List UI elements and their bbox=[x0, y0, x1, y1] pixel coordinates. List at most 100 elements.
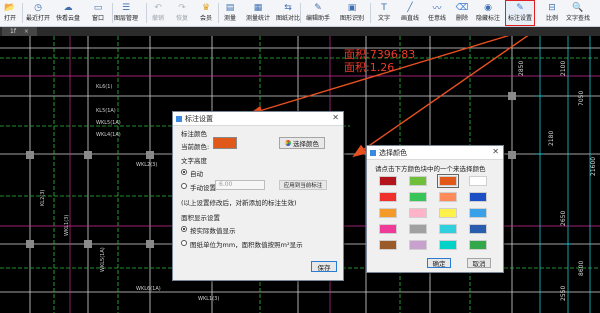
toolbar-button-label: 任意线 bbox=[427, 15, 446, 22]
save-button[interactable]: 保存 bbox=[311, 261, 337, 272]
save-label: 保存 bbox=[317, 263, 331, 272]
beam-label: WKL6(1A) bbox=[136, 286, 161, 292]
cancel-label: 取消 bbox=[472, 260, 486, 268]
line-icon: ╱ bbox=[407, 2, 413, 13]
color-swatch[interactable] bbox=[409, 224, 427, 234]
cloud-icon: ☁ bbox=[63, 2, 73, 13]
toolbar-line-button[interactable]: ╱ 画直线 bbox=[397, 1, 423, 25]
toolbar-button-label: 删除 bbox=[455, 15, 468, 22]
manual-radio[interactable] bbox=[181, 183, 187, 189]
ok-button[interactable]: 确定 bbox=[427, 258, 451, 268]
toolbar-measure-stats-button[interactable]: ▦ 测量统计 bbox=[245, 1, 271, 25]
recent-clock-icon: ◷ bbox=[34, 2, 42, 13]
open-folder-icon: 📂 bbox=[4, 2, 16, 13]
color-swatch[interactable] bbox=[469, 192, 487, 202]
toolbar-button-label: 撤销 bbox=[151, 15, 164, 22]
manual-height-input[interactable]: 6.00 bbox=[215, 180, 265, 190]
text-icon: T bbox=[381, 2, 387, 13]
edit-helper-icon: ✎ bbox=[314, 2, 322, 13]
hide-annotation-icon: ◉ bbox=[484, 2, 492, 13]
toolbar-button-label: 恢复 bbox=[175, 15, 188, 22]
beam-label: WKL2(3) bbox=[136, 162, 158, 168]
toolbar-button-label: 最近打开 bbox=[25, 15, 50, 22]
tab-1f[interactable]: 1f × bbox=[2, 27, 37, 36]
close-icon[interactable]: × bbox=[24, 28, 29, 35]
color-swatch[interactable] bbox=[379, 176, 397, 186]
area-unit-radio[interactable] bbox=[181, 240, 187, 246]
annotation-settings-dialog: 标注设置 ✕ 标注颜色 当前颜色: 选择颜色 文字高度 自动 手动设置 6.00… bbox=[172, 111, 344, 281]
beam-label: KL6(1) bbox=[96, 84, 113, 90]
section-color-label: 标注颜色 bbox=[181, 130, 207, 138]
choose-color-button[interactable]: 选择颜色 bbox=[279, 137, 325, 149]
color-swatch[interactable] bbox=[439, 192, 457, 202]
toolbar-recent-clock-button[interactable]: ◷ 最近打开 bbox=[25, 1, 51, 25]
scale-icon: ⊟ bbox=[548, 2, 556, 13]
beam-label: KL5(1A) bbox=[96, 108, 116, 114]
toolbar-delete-button[interactable]: ⌫ 删除 bbox=[449, 1, 475, 25]
drawing-tab-strip: 1f × bbox=[0, 27, 600, 36]
choose-color-dialog: 选择颜色 ✕ 请点击下方颜色块中的一个来选择颜色 确定 取消 bbox=[366, 145, 504, 273]
delete-icon: ⌫ bbox=[455, 2, 469, 13]
measure-stats-icon: ▦ bbox=[253, 2, 263, 13]
shape-recognize-icon: ▣ bbox=[347, 2, 357, 13]
window-icon: ▭ bbox=[93, 2, 103, 13]
toolbar-hide-annotation-button[interactable]: ◉ 隐藏标注 bbox=[475, 1, 501, 25]
manual-label: 手动设置 bbox=[190, 184, 216, 192]
dialog-titlebar[interactable]: 选择颜色 ✕ bbox=[367, 146, 503, 160]
beam-label: WKL1(3) bbox=[64, 214, 70, 236]
toolbar-shape-recognize-button[interactable]: ▣ 图形识别 bbox=[339, 1, 365, 25]
toolbar-layers-button[interactable]: ☰ 图层管理 bbox=[113, 1, 139, 25]
toolbar-text-search-button[interactable]: 🔍 文字查找 bbox=[565, 1, 591, 25]
color-swatch[interactable] bbox=[439, 224, 457, 234]
color-swatch[interactable] bbox=[409, 208, 427, 218]
apply-to-current-button[interactable]: 应用到当前标注 bbox=[279, 180, 327, 190]
toolbar-annotation-settings-button[interactable]: ✎ 标注设置 bbox=[505, 0, 535, 26]
app-icon bbox=[370, 149, 376, 156]
toolbar-edit-helper-button[interactable]: ✎ 编辑助手 bbox=[305, 1, 331, 25]
toolbar-window-button[interactable]: ▭ 窗口 bbox=[85, 1, 111, 25]
toolbar-compare-button[interactable]: ⇆ 图纸对比 bbox=[275, 1, 301, 25]
toolbar-scale-button[interactable]: ⊟ 比例 bbox=[539, 1, 565, 25]
color-swatch[interactable] bbox=[437, 174, 459, 188]
measure-icon: ▤ bbox=[225, 2, 235, 13]
dim-top-1: 2850 bbox=[518, 60, 525, 76]
auto-radio[interactable] bbox=[181, 169, 187, 175]
toolbar-text-button[interactable]: T 文字 bbox=[371, 1, 397, 25]
close-icon[interactable]: ✕ bbox=[332, 113, 339, 122]
text-search-icon: 🔍 bbox=[572, 2, 584, 13]
color-swatch[interactable] bbox=[409, 176, 427, 186]
compare-icon: ⇆ bbox=[284, 2, 292, 13]
color-swatch[interactable] bbox=[409, 192, 427, 202]
dialog-title: 标注设置 bbox=[185, 114, 213, 123]
toolbar-open-folder-button[interactable]: 📂 打开 bbox=[0, 1, 23, 25]
color-swatch[interactable] bbox=[469, 224, 487, 234]
close-icon[interactable]: ✕ bbox=[492, 147, 499, 156]
toolbar-cloud-button[interactable]: ☁ 快看云盘 bbox=[55, 1, 81, 25]
ok-label: 确定 bbox=[432, 260, 446, 268]
toolbar-separator bbox=[22, 3, 23, 23]
color-swatch[interactable] bbox=[439, 208, 457, 218]
cancel-button[interactable]: 取消 bbox=[467, 258, 491, 268]
area-actual-radio[interactable] bbox=[181, 226, 187, 232]
color-hint: 请点击下方颜色块中的一个来选择颜色 bbox=[375, 165, 486, 173]
color-swatch[interactable] bbox=[469, 208, 487, 218]
toolbar-freehand-button[interactable]: 〰任意线 bbox=[424, 1, 450, 25]
color-swatch[interactable] bbox=[379, 224, 397, 234]
dialog-titlebar[interactable]: 标注设置 ✕ bbox=[173, 112, 343, 126]
color-swatch[interactable] bbox=[379, 240, 397, 250]
redo-icon: ↷ bbox=[178, 2, 186, 13]
beam-label: WKL5(1A) bbox=[100, 247, 106, 272]
layers-icon: ☰ bbox=[121, 2, 131, 13]
color-swatch[interactable] bbox=[469, 176, 487, 186]
choose-color-label: 选择颜色 bbox=[293, 140, 319, 148]
color-swatch[interactable] bbox=[409, 240, 427, 250]
color-swatch[interactable] bbox=[469, 240, 487, 250]
color-swatch[interactable] bbox=[379, 208, 397, 218]
toolbar-vip-button[interactable]: ♛ 会员 bbox=[193, 1, 219, 25]
toolbar-measure-button[interactable]: ▤ 测量 bbox=[217, 1, 243, 25]
auto-label: 自动 bbox=[190, 170, 203, 178]
color-swatch[interactable] bbox=[379, 192, 397, 202]
dim-right-4: 21600 bbox=[590, 156, 597, 176]
toolbar-button-label: 隐藏标注 bbox=[475, 15, 500, 22]
color-swatch[interactable] bbox=[439, 240, 457, 250]
